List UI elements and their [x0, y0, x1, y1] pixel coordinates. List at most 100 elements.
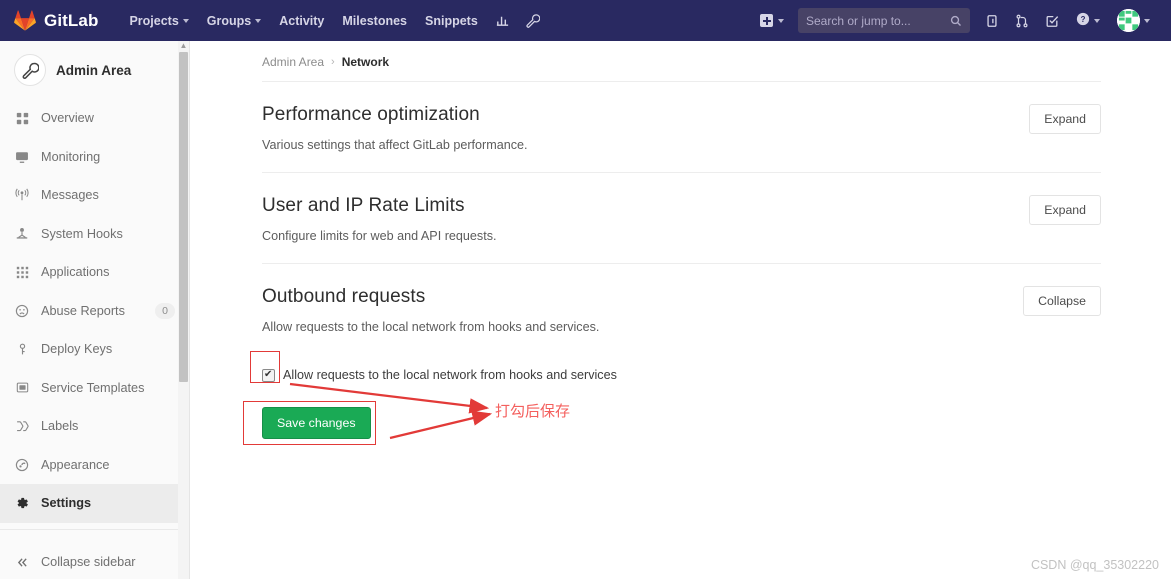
save-changes-button[interactable]: Save changes [262, 407, 371, 439]
section-title: Outbound requests [262, 286, 426, 307]
breadcrumb: Admin Area › Network [190, 41, 1171, 69]
gitlab-logo-text: GitLab [44, 10, 99, 30]
nav-item-snippets[interactable]: Snippets [416, 8, 487, 34]
merge-requests-icon[interactable] [1007, 8, 1037, 34]
chevron-down-icon [255, 18, 262, 23]
avatar [1117, 9, 1140, 32]
sidebar-item-settings[interactable]: Settings [0, 484, 189, 523]
sidebar-item-labels-label: Labels [41, 419, 79, 434]
sidebar-item-deploy-keys[interactable]: Deploy Keys [0, 330, 189, 369]
sidebar-item-service-templates[interactable]: Service Templates [0, 369, 189, 408]
section-user-ip-rate-limits: User and IP Rate Limits Configure limits… [262, 172, 1101, 263]
collapse-sidebar-label: Collapse sidebar [41, 555, 136, 569]
gear-icon [14, 496, 30, 510]
sidebar-item-applications[interactable]: Applications [0, 253, 189, 292]
gitlab-tanuki-icon [14, 10, 36, 31]
nav-item-activity-label: Activity [279, 13, 325, 28]
chevron-down-icon [1094, 18, 1100, 23]
sidebar-item-applications-label: Applications [41, 265, 110, 280]
collapse-outbound-button[interactable]: Collapse [1023, 286, 1101, 316]
section-performance-optimization: Performance optimization Various setting… [262, 82, 1101, 172]
sidebar-item-messages-label: Messages [41, 188, 99, 203]
sidebar-item-abuse-reports-label: Abuse Reports [41, 303, 125, 318]
chevron-down-icon [182, 18, 189, 23]
sidebar-item-service-templates-label: Service Templates [41, 380, 145, 395]
allow-local-network-label: Allow requests to the local network from… [283, 368, 617, 382]
chevron-down-icon [778, 18, 784, 23]
sidebar-item-labels[interactable]: Labels [0, 407, 189, 446]
abuse-reports-badge: 0 [155, 302, 175, 319]
sidebar-header[interactable]: Admin Area [0, 41, 189, 99]
svg-text:?: ? [1081, 15, 1086, 24]
abuse-icon [14, 304, 30, 318]
labels-icon [14, 419, 30, 433]
watermark: CSDN @qq_35302220 [1030, 558, 1159, 572]
breadcrumb-current: Network [341, 55, 390, 69]
broadcast-icon [14, 188, 30, 202]
help-menu-button[interactable]: ? [1067, 6, 1109, 35]
sidebar-item-system-hooks-label: System Hooks [41, 226, 123, 241]
nav-item-groups[interactable]: Groups [198, 8, 270, 34]
nav-item-projects-label: Projects [129, 13, 179, 28]
hook-icon [14, 227, 30, 241]
collapse-sidebar-button[interactable]: Collapse sidebar [0, 545, 189, 579]
nav-item-snippets-label: Snippets [425, 13, 478, 28]
applications-icon [14, 266, 30, 279]
sidebar-item-overview[interactable]: Overview [0, 99, 189, 138]
sidebar-item-monitoring[interactable]: Monitoring [0, 138, 189, 177]
search-placeholder: Search or jump to... [806, 13, 911, 28]
create-new-button[interactable] [753, 9, 791, 32]
breadcrumb-separator-icon: › [331, 56, 335, 68]
nav-right-group: Search or jump to... ? [753, 3, 1159, 38]
section-outbound-requests: Outbound requests Allow requests to the … [262, 263, 1101, 459]
issues-icon[interactable] [977, 8, 1007, 34]
sidebar-item-abuse-reports[interactable]: Abuse Reports 0 [0, 292, 189, 331]
section-description: Configure limits for web and API request… [262, 229, 497, 243]
double-chevron-left-icon [14, 556, 30, 569]
scroll-up-arrow-icon[interactable]: ▲ [180, 42, 188, 50]
sidebar-scrollbar[interactable]: ▲ [178, 41, 189, 579]
sidebar-item-settings-label: Settings [41, 496, 92, 511]
section-title: Performance optimization [262, 104, 480, 125]
sidebar-item-deploy-keys-label: Deploy Keys [41, 342, 113, 357]
breadcrumb-root[interactable]: Admin Area [262, 55, 324, 69]
primary-nav-items: Projects Groups Activity Milestones Snip… [120, 7, 547, 34]
chevron-down-icon [1144, 18, 1150, 23]
nav-item-activity[interactable]: Activity [270, 8, 333, 34]
template-icon [14, 381, 30, 394]
analytics-icon[interactable] [487, 7, 518, 34]
expand-rate-limits-button[interactable]: Expand [1029, 195, 1101, 225]
grid-icon [14, 112, 30, 125]
scrollbar-thumb[interactable] [179, 52, 188, 382]
admin-sidebar: Admin Area Overview Monitoring Messages … [0, 41, 190, 579]
appearance-icon [14, 458, 30, 472]
nav-item-groups-label: Groups [206, 13, 252, 28]
nav-item-milestones-label: Milestones [342, 13, 407, 28]
search-input[interactable]: Search or jump to... [798, 8, 970, 33]
key-icon [14, 343, 30, 356]
allow-local-network-checkbox[interactable] [262, 368, 275, 382]
sidebar-item-appearance-label: Appearance [41, 457, 110, 472]
allow-local-network-row: Allow requests to the local network from… [262, 368, 1101, 382]
nav-item-projects[interactable]: Projects [120, 8, 197, 34]
sidebar-divider [0, 528, 189, 530]
user-menu-button[interactable] [1109, 3, 1159, 38]
section-description: Allow requests to the local network from… [262, 320, 600, 334]
top-navigation-bar: GitLab Projects Groups Activity Mileston… [0, 0, 1171, 41]
sidebar-item-system-hooks[interactable]: System Hooks [0, 215, 189, 254]
todos-icon[interactable] [1037, 8, 1067, 34]
sidebar-item-overview-label: Overview [41, 111, 94, 126]
help-icon: ? [1076, 12, 1090, 29]
nav-item-milestones[interactable]: Milestones [333, 8, 416, 34]
expand-performance-button[interactable]: Expand [1029, 104, 1101, 134]
sidebar-item-messages[interactable]: Messages [0, 176, 189, 215]
sidebar-item-appearance[interactable]: Appearance [0, 446, 189, 485]
wrench-icon[interactable] [518, 8, 548, 34]
gitlab-logo-link[interactable]: GitLab [14, 10, 98, 31]
wrench-icon [14, 54, 46, 86]
search-icon [950, 15, 962, 27]
section-description: Various settings that affect GitLab perf… [262, 138, 528, 152]
main-content: Admin Area › Network Performance optimiz… [190, 41, 1171, 579]
monitor-icon [14, 150, 30, 164]
section-title: User and IP Rate Limits [262, 195, 465, 216]
